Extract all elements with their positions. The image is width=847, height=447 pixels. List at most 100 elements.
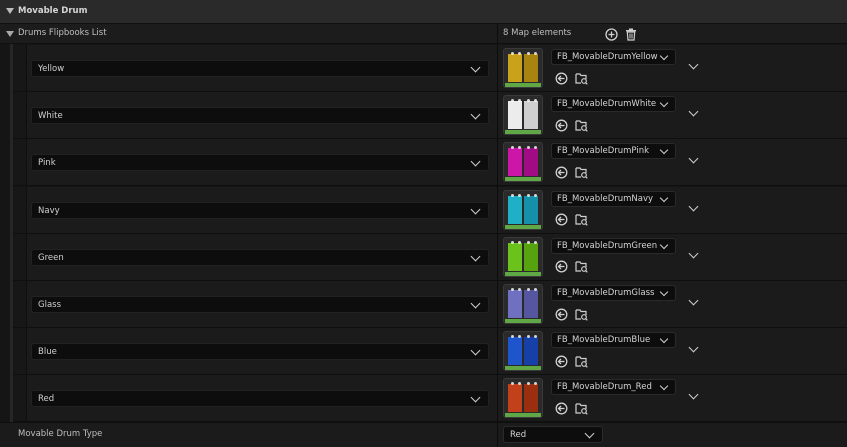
flipbook-thumbnail[interactable] (503, 48, 543, 88)
browse-to-asset-button[interactable] (574, 260, 588, 274)
collapse-arrow-icon[interactable] (6, 8, 14, 14)
asset-picker-dropdown[interactable]: FB_MovableDrumYellow (551, 49, 676, 65)
chevron-down-icon (584, 428, 595, 439)
flipbook-thumbnail[interactable] (503, 331, 543, 372)
asset-picker-dropdown[interactable]: FB_MovableDrumWhite (551, 96, 676, 113)
expand-entry-button[interactable] (687, 248, 701, 262)
browse-folder-search-icon (574, 120, 588, 132)
key-dropdown[interactable]: Red (31, 390, 489, 408)
use-selected-arrow-icon (555, 355, 567, 368)
browse-to-asset-button[interactable] (574, 165, 588, 179)
row-gutter (13, 139, 27, 186)
chevron-down-icon (470, 392, 481, 403)
browse-to-asset-button[interactable] (574, 213, 588, 227)
map-entry-row: White FB_MovableDrumWhite (13, 92, 847, 140)
list-label: Drums Flipbooks List (18, 28, 107, 38)
flipbook-thumbnail[interactable] (503, 236, 543, 277)
flipbook-thumbnail[interactable] (503, 284, 543, 324)
asset-name: FB_MovableDrumWhite (557, 99, 657, 110)
use-selected-button[interactable] (554, 165, 568, 179)
asset-picker-dropdown[interactable]: FB_MovableDrumPink (551, 143, 676, 160)
browse-to-asset-button[interactable] (574, 307, 588, 321)
chevron-down-icon (688, 201, 699, 212)
use-selected-button[interactable] (554, 307, 568, 321)
row-gutter (13, 281, 27, 327)
browse-folder-search-icon (574, 261, 588, 274)
use-selected-arrow-icon (555, 213, 567, 226)
asset-picker-dropdown[interactable]: FB_MovableDrumBlue (551, 332, 676, 349)
use-selected-arrow-icon (555, 119, 567, 132)
key-value: Blue (38, 347, 57, 358)
drum-type-dropdown[interactable]: Red (503, 426, 603, 443)
asset-picker-dropdown[interactable]: FB_MovableDrumNavy (551, 190, 676, 207)
asset-name: FB_MovableDrumGlass (557, 288, 655, 298)
use-selected-arrow-icon (555, 166, 567, 179)
asset-picker-dropdown[interactable]: FB_MovableDrum_Red (551, 379, 676, 396)
expand-entry-button[interactable] (687, 389, 701, 403)
browse-folder-search-icon (574, 403, 588, 415)
drum-preview-icon (508, 193, 538, 224)
section-header[interactable]: Movable Drum (0, 0, 847, 24)
map-entry-row: Glass FB_MovableDrumGlass (13, 281, 847, 328)
browse-to-asset-button[interactable] (574, 354, 588, 368)
key-dropdown[interactable]: Glass (31, 296, 489, 313)
key-value: Navy (38, 205, 60, 216)
drum-preview-icon (508, 335, 538, 366)
browse-to-asset-button[interactable] (574, 118, 588, 132)
column-splitter[interactable] (497, 24, 498, 447)
delete-all-button[interactable] (624, 27, 638, 41)
key-dropdown[interactable]: Navy (31, 201, 489, 219)
add-element-button[interactable] (604, 27, 618, 41)
browse-folder-search-icon (574, 72, 588, 85)
asset-picker-dropdown[interactable]: FB_MovableDrumGreen (551, 237, 676, 254)
flipbook-thumbnail[interactable] (503, 142, 543, 183)
asset-name: FB_MovableDrumGreen (557, 240, 658, 251)
use-selected-arrow-icon (555, 260, 567, 273)
browse-folder-search-icon (574, 214, 588, 226)
drum-preview-icon (508, 288, 538, 318)
chevron-down-icon (688, 106, 699, 117)
chevron-down-icon (659, 193, 669, 202)
key-dropdown[interactable]: Blue (31, 343, 489, 361)
chevron-down-icon (470, 204, 481, 215)
key-dropdown[interactable]: Pink (31, 154, 489, 172)
use-selected-arrow-icon (555, 402, 567, 415)
use-selected-button[interactable] (554, 354, 568, 368)
flipbook-thumbnail[interactable] (503, 189, 543, 230)
key-value: Glass (38, 300, 62, 310)
browse-to-asset-button[interactable] (574, 71, 588, 85)
collapse-arrow-icon[interactable] (6, 31, 14, 37)
use-selected-button[interactable] (554, 260, 568, 274)
use-selected-button[interactable] (554, 118, 568, 132)
key-value: Pink (38, 158, 56, 169)
expand-entry-button[interactable] (687, 106, 701, 120)
use-selected-button[interactable] (554, 213, 568, 227)
drum-preview-icon (508, 240, 538, 271)
expand-entry-button[interactable] (687, 153, 701, 167)
row-gutter (13, 328, 27, 375)
expand-entry-button[interactable] (687, 201, 701, 215)
key-dropdown[interactable]: Green (31, 248, 489, 266)
expand-entry-button[interactable] (687, 342, 701, 356)
asset-picker-dropdown[interactable]: FB_MovableDrumGlass (551, 285, 676, 301)
chevron-down-icon (659, 287, 669, 297)
movable-drum-type-row: Movable Drum Type Red (0, 422, 847, 447)
expand-entry-button[interactable] (687, 59, 701, 73)
flipbook-thumbnail[interactable] (503, 378, 543, 419)
key-dropdown[interactable]: White (31, 107, 489, 125)
key-value: Yellow (38, 64, 65, 74)
expand-entry-button[interactable] (687, 295, 701, 309)
browse-to-asset-button[interactable] (574, 401, 588, 415)
chevron-down-icon (470, 345, 481, 356)
row-gutter (13, 375, 27, 422)
flipbook-thumbnail[interactable] (503, 95, 543, 136)
use-selected-button[interactable] (554, 71, 568, 85)
key-value: Green (38, 252, 64, 263)
use-selected-button[interactable] (554, 401, 568, 415)
chevron-down-icon (470, 109, 481, 120)
map-entry-row: Red FB_MovableDrum_Red (13, 375, 847, 423)
map-element-count: 8 Map elements (503, 28, 572, 38)
chevron-down-icon (470, 298, 481, 309)
key-dropdown[interactable]: Yellow (31, 60, 489, 77)
drum-type-value: Red (510, 430, 527, 440)
